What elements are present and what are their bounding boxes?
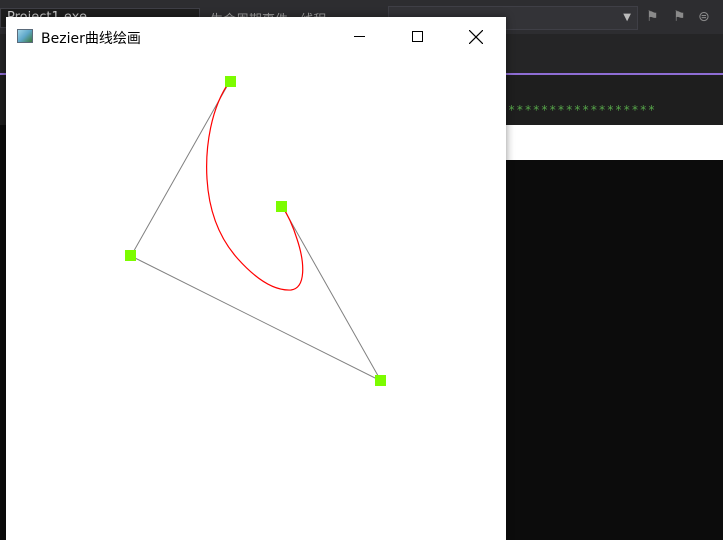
bezier-curve xyxy=(206,80,304,291)
console-output xyxy=(505,160,723,540)
drawing-canvas[interactable] xyxy=(6,17,506,540)
thread-flag-icon[interactable]: ⚑ xyxy=(673,9,689,25)
chevron-down-icon: ▼ xyxy=(623,12,631,23)
control-point[interactable] xyxy=(125,250,136,261)
control-polygon xyxy=(130,80,383,383)
code-comment: ****************** xyxy=(508,103,657,117)
control-point[interactable] xyxy=(375,375,386,386)
editor-selection-band xyxy=(505,125,723,160)
app-window[interactable]: Bezier曲线绘画 xyxy=(6,17,506,540)
control-point[interactable] xyxy=(276,201,287,212)
flag-icon[interactable]: ⚑ xyxy=(646,9,662,25)
stack-frame-icon[interactable]: ⊜ xyxy=(698,9,714,25)
control-point[interactable] xyxy=(225,76,236,87)
